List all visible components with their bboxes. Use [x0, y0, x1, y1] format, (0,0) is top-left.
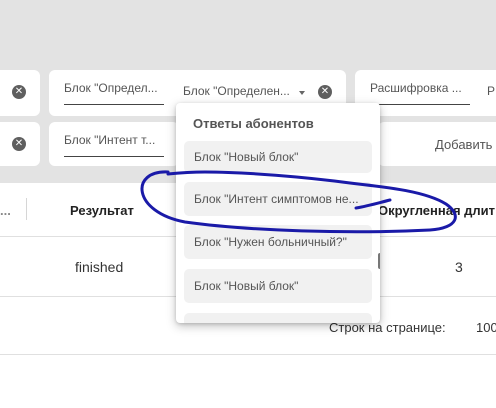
column-header-result[interactable]: Результат — [70, 203, 134, 218]
dropdown-option[interactable]: Блок "Интент симптомов не... — [184, 182, 372, 216]
filter-field-block-1-label[interactable]: Блок "Определ... — [64, 81, 164, 95]
add-button[interactable]: Добавить — [435, 137, 492, 152]
dropdown-scrollbar[interactable] — [378, 253, 380, 269]
filter-field-block-2-label[interactable]: Блок "Определен... — [183, 84, 291, 98]
filter-field-block-1-underline — [64, 104, 164, 105]
dropdown-menu: Ответы абонентов Блок "Новый блок" Блок … — [176, 103, 380, 323]
clear-icon[interactable]: ✕ — [12, 85, 26, 99]
filter-field-partial-label[interactable]: Р — [487, 84, 496, 98]
filter-field-transcript-underline — [370, 104, 470, 105]
clear-icon[interactable]: ✕ — [318, 85, 332, 99]
column-header-truncated[interactable]: ... — [0, 203, 11, 218]
cell-rounded-duration: 3 — [455, 259, 463, 275]
dropdown-option[interactable]: Блок "Новый блок" — [184, 141, 372, 173]
filter-field-intent-label[interactable]: Блок "Интент т... — [64, 133, 162, 147]
column-divider — [26, 198, 27, 220]
filter-field-transcript-label[interactable]: Расшифровка ... — [370, 81, 468, 95]
column-header-rounded-duration[interactable]: Округленная длит — [378, 203, 495, 218]
dropdown-option[interactable]: Блок "Новый блок" — [184, 269, 372, 303]
filter-field-intent-underline — [64, 156, 164, 157]
caret-down-icon[interactable] — [299, 91, 305, 95]
cell-result: finished — [75, 259, 124, 275]
dropdown-group-title: Ответы абонентов — [193, 116, 314, 131]
clear-icon[interactable]: ✕ — [12, 137, 26, 151]
footer-divider — [0, 354, 496, 355]
dropdown-option[interactable]: Блок "Нужен больничный?" — [184, 225, 372, 259]
dropdown-option-partial[interactable] — [184, 313, 372, 323]
rows-per-page-select[interactable]: 100 — [476, 320, 496, 335]
